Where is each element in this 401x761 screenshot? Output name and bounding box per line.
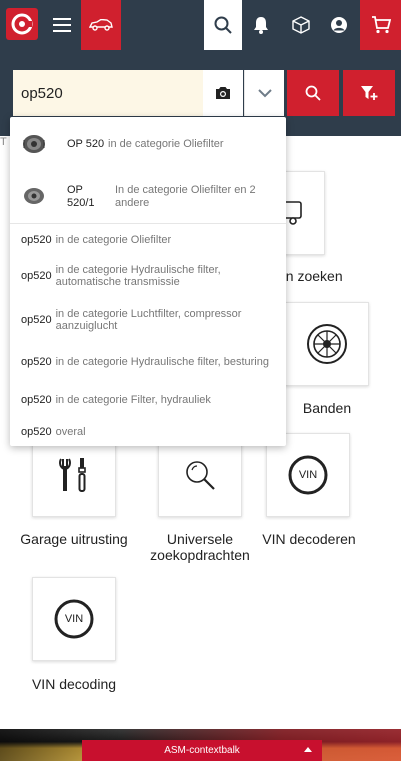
suggestion-term: op520 [21,270,52,282]
vin-icon-text: VIN [298,469,318,481]
search-suggestions-dropdown: OP 520 in de categorie Oliefilter OP 520… [10,117,286,446]
tire-icon [307,324,347,364]
top-navbar [0,0,401,50]
universal-label-line2: zoekopdrachten [150,547,250,563]
garage-tile-label: Garage uitrusting [20,531,128,547]
suggestion-row[interactable]: op520 in de categorie Oliefilter [21,233,283,247]
universal-label-line1: Universele [166,531,234,547]
context-bar-label: ASM-contextbalk [164,745,240,756]
cart-icon[interactable] [360,0,401,50]
vin-icon-text: VIN [64,613,84,625]
logo-icon[interactable] [6,8,38,40]
product-name-line1: OP [67,184,83,196]
bell-icon[interactable] [242,0,280,50]
tires-tile[interactable] [285,302,369,386]
chevron-down-icon[interactable] [244,70,284,116]
suggestion-row[interactable]: op520 in de categorie Filter, hydrauliek [21,393,283,407]
filter-plus-icon[interactable] [343,70,395,116]
search-input[interactable] [13,70,203,116]
suggestion-term: op520 [21,234,52,246]
suggestion-term: op520 [21,394,52,406]
oil-filter-icon [24,188,44,204]
suggestion-desc: in de categorie Luchtfilter, compressor … [55,308,242,332]
suggestion-row[interactable]: op520 in de categorie Hydraulische filte… [21,263,283,289]
product-name: OP 520 [67,138,105,150]
magnifier-icon [186,461,215,490]
car-icon[interactable] [81,0,121,50]
suggestion-product-2[interactable]: OP 520/1 In de categorie Oliefilter en 2… [10,175,286,217]
side-tab-label: T [0,136,7,148]
chevron-up-icon [304,747,312,752]
tires-tile-label: Banden [302,400,352,416]
suggestion-term: op520 [21,356,52,368]
suggestion-desc: in de categorie Hydraulische filter, bes… [55,356,269,368]
product-category: In de categorie Oliefilter en 2 andere [115,184,256,209]
universal-search-tile-label: Universele zoekopdrachten [140,531,260,563]
suggestion-desc: in de categorie Filter, hydrauliek [55,394,211,406]
box-icon[interactable] [282,0,320,50]
suggestion-desc: in de categorie Oliefilter [55,234,172,246]
suggestion-product-1[interactable]: OP 520 in de categorie Oliefilter [10,127,286,161]
search-field-wrapper [13,70,203,116]
search-icon[interactable] [204,0,242,50]
menu-icon[interactable] [44,0,80,50]
suggestion-term: op520 [21,314,52,326]
suggestion-row[interactable]: op520 in de categorie Luchtfilter, compr… [21,307,283,333]
context-bar[interactable]: ASM-contextbalk [82,740,322,761]
camera-icon[interactable] [203,70,243,116]
vin-decoding-tile[interactable]: VIN [32,577,116,661]
user-icon[interactable] [320,0,358,50]
suggestion-row[interactable]: op520 overal [21,425,283,439]
vin-decoding-tile-label: VIN decoding [31,676,117,692]
vin-decoder-tile-label: VIN decoderen [262,531,356,547]
dropdown-divider [10,223,286,224]
oil-filter-icon [23,135,45,153]
product-name-line2: 520/1 [67,197,95,209]
tools-icon [59,458,86,492]
truck-tile-label: en zoeken [278,268,343,284]
suggestion-term: op520 [21,426,52,438]
suggestion-desc: in de categorie Hydraulische filter, aut… [55,264,221,288]
product-category: in de categorie Oliefilter [108,138,224,150]
search-submit-button[interactable] [287,70,339,116]
product-name: OP 520/1 [67,184,95,210]
suggestion-row[interactable]: op520 in de categorie Hydraulische filte… [21,349,283,375]
suggestion-desc: overal [55,426,86,438]
